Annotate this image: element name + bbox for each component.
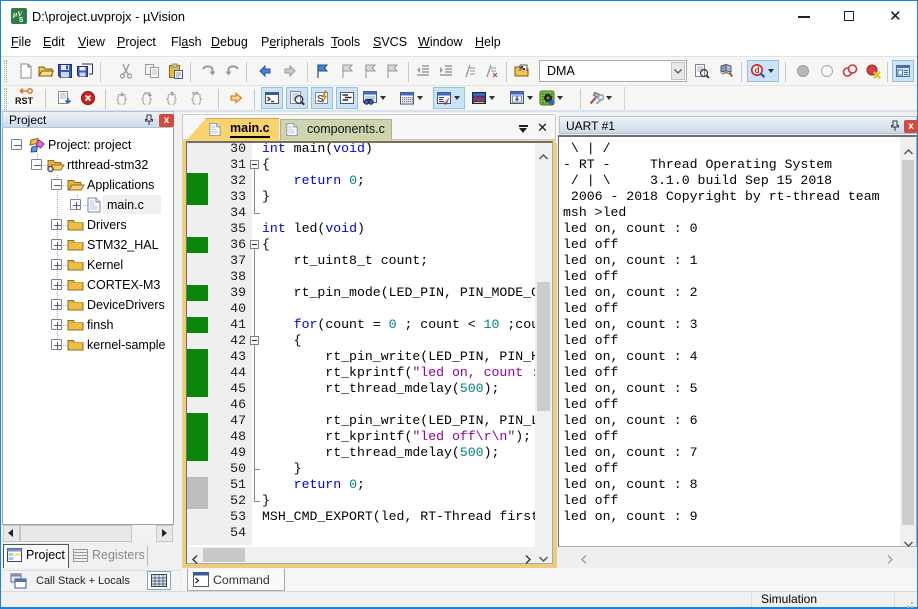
svg-text:RST: RST xyxy=(15,96,34,106)
svg-text:d: d xyxy=(754,65,759,75)
svg-text:{}: {} xyxy=(140,94,153,106)
svg-text:{}: {} xyxy=(190,94,203,106)
svg-text:5: 5 xyxy=(19,15,23,24)
